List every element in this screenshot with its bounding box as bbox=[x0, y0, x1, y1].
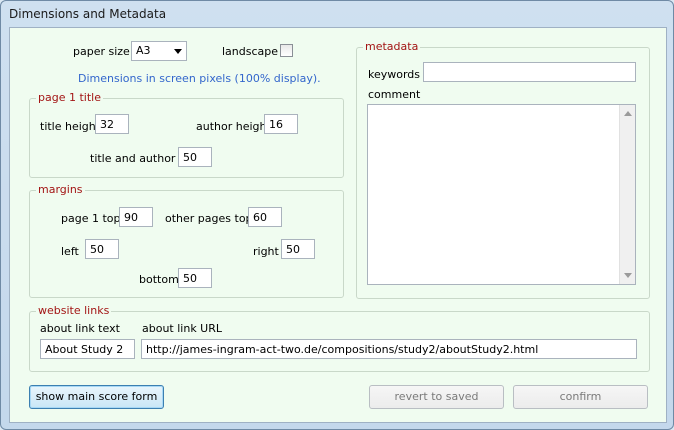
revert-to-saved-button[interactable]: revert to saved bbox=[369, 385, 504, 409]
website-links-legend: website links bbox=[36, 304, 112, 317]
window-title: Dimensions and Metadata bbox=[9, 7, 167, 21]
right-margin-label: right bbox=[253, 245, 279, 258]
bottom-margin-label: bottom bbox=[139, 273, 179, 286]
right-margin-input[interactable] bbox=[281, 239, 315, 259]
author-height-input[interactable] bbox=[264, 114, 298, 134]
confirm-button[interactable]: confirm bbox=[513, 385, 648, 409]
bottom-margin-input[interactable] bbox=[178, 268, 212, 288]
page1-top-label: page 1 top bbox=[61, 212, 121, 225]
dialog-window: Dimensions and Metadata paper size A3 la… bbox=[0, 0, 674, 430]
comment-label: comment bbox=[368, 88, 421, 101]
about-link-url-label: about link URL bbox=[142, 322, 223, 335]
metadata-group: metadata keywords comment bbox=[356, 40, 650, 299]
keywords-input[interactable] bbox=[423, 62, 636, 82]
title-author-y-input[interactable] bbox=[178, 147, 212, 167]
other-pages-top-label: other pages top bbox=[165, 212, 253, 225]
title-author-y-label: title and author Y bbox=[90, 152, 186, 165]
dimensions-info-text: Dimensions in screen pixels (100% displa… bbox=[78, 72, 321, 85]
scroll-up-icon[interactable] bbox=[624, 111, 632, 116]
about-link-text-label: about link text bbox=[40, 322, 120, 335]
keywords-label: keywords bbox=[368, 68, 421, 81]
other-pages-top-input[interactable] bbox=[248, 207, 282, 227]
page1-top-input[interactable] bbox=[119, 207, 153, 227]
margins-legend: margins bbox=[36, 183, 85, 196]
title-height-input[interactable] bbox=[95, 114, 129, 134]
paper-size-label: paper size bbox=[73, 45, 130, 58]
page1-title-group: page 1 title title height author height … bbox=[29, 91, 344, 178]
paper-size-value: A3 bbox=[136, 44, 151, 57]
metadata-legend: metadata bbox=[363, 40, 421, 53]
dialog-client-area: paper size A3 landscape Dimensions in sc… bbox=[9, 27, 667, 423]
about-link-url-input[interactable] bbox=[141, 339, 637, 359]
show-main-score-form-button[interactable]: show main score form bbox=[29, 385, 164, 409]
website-links-group: website links about link text about link… bbox=[29, 304, 650, 372]
left-margin-label: left bbox=[61, 245, 79, 258]
page1-title-legend: page 1 title bbox=[36, 91, 103, 104]
chevron-down-icon bbox=[174, 49, 182, 54]
title-bar[interactable]: Dimensions and Metadata bbox=[1, 1, 673, 27]
scroll-down-icon[interactable] bbox=[624, 273, 632, 278]
about-link-text-input[interactable] bbox=[40, 339, 135, 359]
landscape-label: landscape bbox=[222, 45, 279, 58]
comment-scrollbar[interactable] bbox=[619, 105, 635, 284]
author-height-label: author height bbox=[196, 120, 271, 133]
comment-textarea[interactable] bbox=[367, 104, 636, 285]
left-margin-input[interactable] bbox=[85, 239, 119, 259]
landscape-checkbox[interactable] bbox=[280, 44, 293, 57]
paper-size-select[interactable]: A3 bbox=[131, 41, 187, 61]
title-height-label: title height bbox=[40, 120, 101, 133]
margins-group: margins page 1 top other pages top left … bbox=[29, 183, 344, 298]
